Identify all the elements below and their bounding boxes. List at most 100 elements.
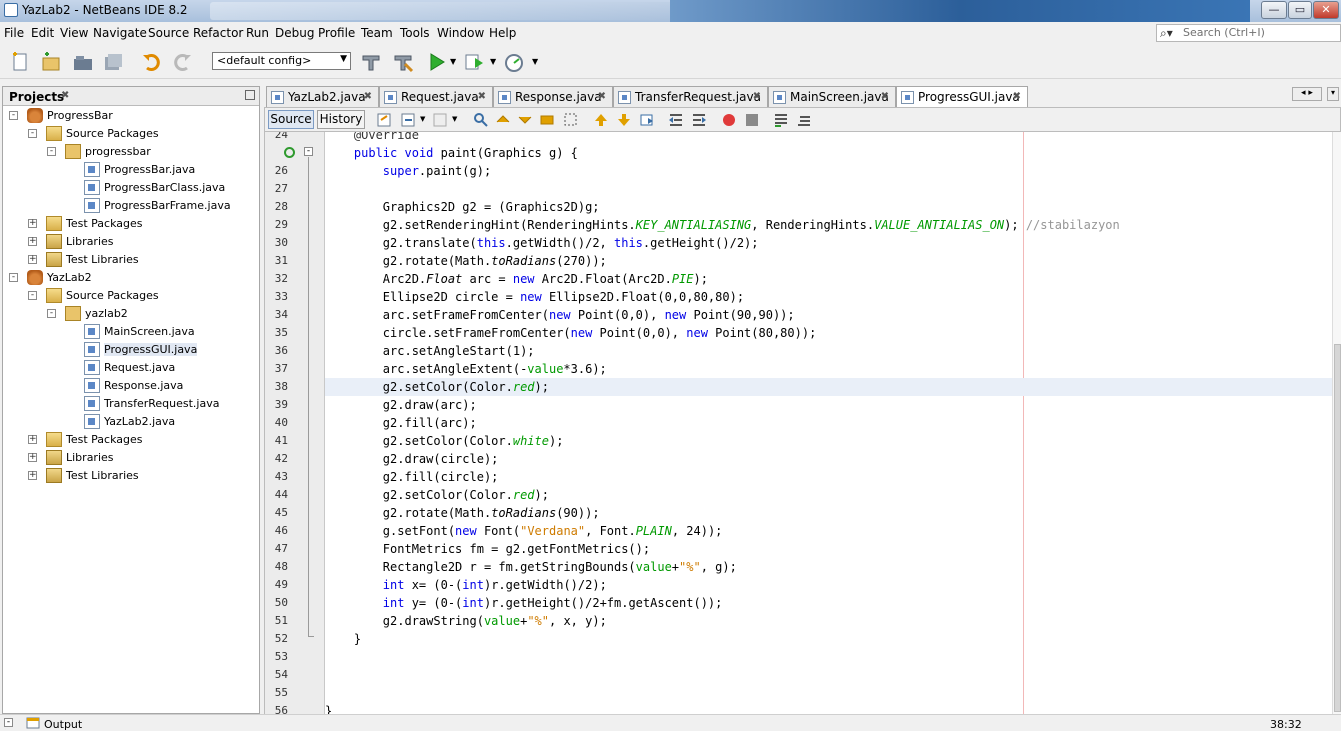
close-icon[interactable]: ✖ [598,91,606,102]
tree-item[interactable]: + Test Packages [3,215,259,233]
expand-icon[interactable]: + [28,219,37,228]
forward-dropdown-icon[interactable]: ▼ [452,115,457,123]
menu-view[interactable]: View [60,26,88,40]
history-button[interactable]: History [317,110,365,129]
code-line[interactable]: g2.translate(this.getWidth()/2, this.get… [325,234,1332,252]
close-icon[interactable]: ✖ [364,91,372,102]
minimize-panel-icon[interactable] [245,90,255,100]
code-line[interactable]: Graphics2D g2 = (Graphics2D)g; [325,198,1332,216]
code-line[interactable]: public void paint(Graphics g) { [325,144,1332,162]
comment-icon[interactable] [773,112,789,128]
code-line[interactable]: g2.setColor(Color.white); [325,432,1332,450]
new-project-icon[interactable] [40,51,62,73]
override-marker-icon[interactable] [284,147,295,158]
code-line[interactable]: g.setFont(new Font("Verdana", Font.PLAIN… [325,522,1332,540]
shift-right-icon[interactable] [691,112,707,128]
toggle-highlight-icon[interactable] [539,112,555,128]
tree-item[interactable]: Request.java [3,359,259,377]
open-project-icon[interactable] [72,51,94,73]
menu-edit[interactable]: Edit [31,26,54,40]
tab-request[interactable]: Request.java ✖ [379,86,493,107]
code-line[interactable]: int x= (0-(int)r.getWidth()/2); [325,576,1332,594]
code-editor[interactable]: 24 26 27 28 29 30 31 32 33 34 35 36 37 38 39 40 41 42 43 44… [264,132,1341,714]
shift-left-icon[interactable] [668,112,684,128]
close-button[interactable]: ✕ [1313,1,1339,19]
collapse-icon[interactable]: - [9,273,18,282]
toggle-bookmark-icon[interactable] [639,112,655,128]
collapse-icon[interactable]: - [47,147,56,156]
menu-tools[interactable]: Tools [400,26,430,40]
menu-profile[interactable]: Profile [318,26,355,40]
code-line[interactable]: FontMetrics fm = g2.getFontMetrics(); [325,540,1332,558]
tab-yazlab2[interactable]: YazLab2.java ✖ [266,86,379,107]
code-line[interactable]: g2.setColor(Color.red); [325,486,1332,504]
tree-item[interactable]: TransferRequest.java [3,395,259,413]
expand-icon[interactable]: + [28,471,37,480]
expand-icon[interactable]: + [28,237,37,246]
menu-help[interactable]: Help [489,26,516,40]
build-icon[interactable] [360,51,382,73]
tree-item[interactable]: ProgressBar.java [3,161,259,179]
tree-item[interactable]: + Libraries [3,449,259,467]
code-line[interactable]: int y= (0-(int)r.getHeight()/2+fm.getAsc… [325,594,1332,612]
close-icon[interactable]: ✖ [61,90,69,101]
code-line[interactable]: g2.fill(circle); [325,468,1332,486]
last-edit-icon[interactable] [377,112,393,128]
minimize-button[interactable]: — [1261,1,1287,19]
tab-mainscreen[interactable]: MainScreen.java ✖ [768,86,896,107]
menu-file[interactable]: File [4,26,24,40]
tree-item[interactable]: - ProgressBar [3,107,259,125]
code-line[interactable] [325,684,1332,702]
code-line[interactable]: g2.draw(circle); [325,450,1332,468]
close-icon[interactable]: ✖ [881,91,889,102]
save-all-icon[interactable] [102,51,124,73]
tree-item[interactable]: + Libraries [3,233,259,251]
toggle-rectangular-selection-icon[interactable] [563,112,579,128]
scrollbar-thumb[interactable] [1334,344,1341,712]
code-line[interactable]: arc.setFrameFromCenter(new Point(0,0), n… [325,306,1332,324]
code-line[interactable]: g2.setRenderingHint(RenderingHints.KEY_A… [325,216,1332,234]
code-line[interactable]: g2.draw(arc); [325,396,1332,414]
close-icon[interactable]: ✖ [478,91,486,102]
run-dropdown-icon[interactable]: ▼ [450,57,456,66]
tab-response[interactable]: Response.java ✖ [493,86,613,107]
menu-navigate[interactable]: Navigate [93,26,147,40]
tab-transferrequest[interactable]: TransferRequest.java ✖ [613,86,768,107]
code-line[interactable]: arc.setAngleStart(1); [325,342,1332,360]
code-line[interactable]: g2.fill(arc); [325,414,1332,432]
tab-scroll-arrows[interactable]: ◂ ▸ [1292,87,1322,101]
find-previous-icon[interactable] [495,112,511,128]
code-line[interactable]: Ellipse2D circle = new Ellipse2D.Float(0… [325,288,1332,306]
menu-run[interactable]: Run [246,26,269,40]
new-file-icon[interactable] [10,51,32,73]
expand-icon[interactable]: + [28,255,37,264]
forward-icon[interactable] [433,112,449,128]
undo-icon[interactable] [141,51,163,73]
tree-item[interactable]: ProgressBarClass.java [3,179,259,197]
vertical-scrollbar[interactable] [1332,132,1341,714]
code-line[interactable]: Rectangle2D r = fm.getStringBounds(value… [325,558,1332,576]
collapse-icon[interactable]: - [9,111,18,120]
tree-item[interactable]: MainScreen.java [3,323,259,341]
maximize-button[interactable]: ▭ [1288,1,1312,19]
tree-item[interactable]: - Source Packages [3,287,259,305]
menu-refactor[interactable]: Refactor [193,26,243,40]
code-line[interactable]: g2.drawString(value+"%", x, y); [325,612,1332,630]
menu-team[interactable]: Team [361,26,393,40]
profile-dropdown-icon[interactable]: ▼ [532,57,538,66]
config-select[interactable]: <default config> ▼ [212,52,351,70]
source-button[interactable]: Source [268,110,314,129]
code-line[interactable]: @Override [325,132,1332,144]
tree-item[interactable]: - Source Packages [3,125,259,143]
code-line[interactable]: circle.setFrameFromCenter(new Point(0,0)… [325,324,1332,342]
tab-list-dropdown-icon[interactable]: ▾ [1327,87,1339,101]
code-line[interactable]: g2.rotate(Math.toRadians(270)); [325,252,1332,270]
back-dropdown-icon[interactable]: ▼ [420,115,425,123]
expand-icon[interactable]: - [4,718,13,727]
collapse-icon[interactable]: - [28,291,37,300]
find-next-icon[interactable] [517,112,533,128]
menu-source[interactable]: Source [148,26,189,40]
tree-item[interactable]: + Test Packages [3,431,259,449]
tree-item[interactable]: - yazlab2 [3,305,259,323]
tree-item[interactable]: + Test Libraries [3,251,259,269]
